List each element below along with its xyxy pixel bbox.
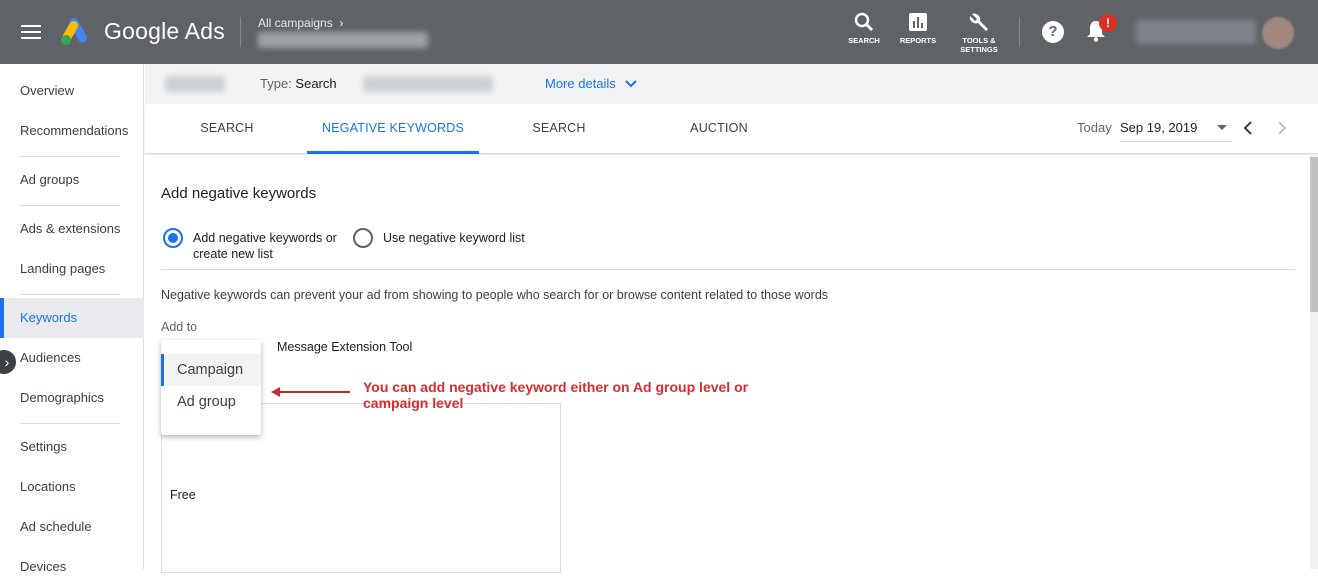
divider — [20, 423, 120, 424]
divider — [161, 269, 1295, 270]
divider — [20, 205, 120, 206]
sidebar-item-landing-pages[interactable]: Landing pages — [0, 249, 144, 289]
annotation-arrow — [278, 391, 350, 393]
sidebar-item-ads-extensions[interactable]: Ads & extensions — [0, 209, 144, 249]
dropdown-option-campaign[interactable]: Campaign — [161, 354, 261, 386]
next-period-chevron-icon[interactable] — [1276, 120, 1288, 136]
previous-period-chevron-icon[interactable] — [1242, 120, 1254, 136]
hamburger-menu-icon[interactable] — [16, 18, 48, 46]
status-blurred — [165, 76, 225, 92]
sidebar-item-devices[interactable]: Devices — [0, 547, 144, 587]
tab-bar: SEARCH KEYWORDS NEGATIVE KEYWORDS SEARCH… — [145, 104, 1318, 183]
radio-label-use-negative-keyword-list[interactable]: Use negative keyword list — [383, 230, 525, 246]
reports-icon — [909, 13, 927, 31]
budget-blurred — [363, 76, 493, 92]
divider — [1019, 17, 1020, 47]
avatar[interactable] — [1262, 17, 1294, 49]
tab-negative-keywords[interactable]: NEGATIVE KEYWORDS — [307, 104, 479, 154]
chevron-down-icon — [625, 80, 638, 88]
sidebar-item-recommendations[interactable]: Recommendations — [0, 111, 144, 151]
notification-badge: ! — [1099, 14, 1117, 32]
sidebar-item-settings[interactable]: Settings — [0, 427, 144, 467]
date-range-select[interactable]: Sep 19, 2019 — [1120, 116, 1232, 142]
divider — [240, 17, 241, 47]
campaign-type: Type: Search — [260, 76, 337, 91]
annotation-text: You can add negative keyword either on A… — [363, 379, 749, 411]
tab-search-keywords[interactable]: SEARCH KEYWORDS — [169, 104, 285, 183]
annotation-arrow-head — [271, 387, 280, 397]
breadcrumb[interactable]: All campaigns › — [258, 16, 343, 30]
divider — [20, 294, 120, 295]
add-to-label: Add to — [161, 320, 198, 334]
top-app-bar: Google Ads All campaigns › SEARCH REPORT… — [0, 0, 1318, 64]
negative-keywords-form: Add negative keywords Add negative keywo… — [145, 155, 1310, 573]
wrench-icon — [969, 13, 988, 31]
add-to-level-dropdown[interactable]: Campaign Ad group — [161, 340, 261, 435]
dropdown-option-ad-group[interactable]: Ad group — [161, 386, 261, 418]
sidebar-item-ad-schedule[interactable]: Ad schedule — [0, 507, 144, 547]
google-ads-logo-icon — [61, 18, 88, 45]
sidebar-item-locations[interactable]: Locations — [0, 467, 144, 507]
scrollbar-thumb[interactable] — [1310, 157, 1318, 312]
sidebar-item-keywords[interactable]: Keywords — [0, 298, 144, 338]
keyword-entry: Free — [170, 488, 196, 502]
campaign-name-blurred[interactable] — [258, 32, 428, 48]
sidebar-nav: Overview Recommendations Ad groups Ads &… — [0, 64, 144, 574]
search-icon — [854, 12, 874, 32]
radio-add-negative-keywords[interactable] — [163, 228, 183, 248]
radio-use-negative-keyword-list[interactable] — [353, 228, 373, 248]
help-icon[interactable]: ? — [1042, 21, 1064, 43]
date-range-label: Today — [1077, 120, 1112, 135]
date-dropdown-caret-icon[interactable] — [1217, 125, 1227, 130]
tab-auction-insights[interactable]: AUCTION INSIGHTS — [663, 104, 775, 183]
page-title: Add negative keywords — [161, 185, 317, 202]
search-button[interactable]: SEARCH — [846, 12, 882, 45]
sidebar-item-overview[interactable]: Overview — [0, 71, 144, 111]
sidebar-item-demographics[interactable]: Demographics — [0, 378, 144, 418]
account-info-blurred[interactable] — [1136, 20, 1256, 44]
selected-campaign-name: Message Extension Tool — [277, 340, 413, 354]
brand-name[interactable]: Google Ads — [104, 18, 225, 45]
reports-button[interactable]: REPORTS — [898, 12, 938, 45]
tools-settings-button[interactable]: TOOLS & SETTINGS — [955, 12, 1003, 54]
sidebar-item-ad-groups[interactable]: Ad groups — [0, 160, 144, 200]
sidebar-item-audiences[interactable]: Audiences — [0, 338, 144, 378]
description-text: Negative keywords can prevent your ad fr… — [161, 288, 829, 302]
tab-search-terms[interactable]: SEARCH TERMS — [513, 104, 605, 183]
campaign-info-bar: Type: Search More details — [145, 64, 1318, 104]
more-details-link[interactable]: More details — [545, 76, 638, 91]
radio-label-add-negative-keywords[interactable]: Add negative keywords or create new list — [193, 230, 337, 262]
divider — [20, 156, 120, 157]
